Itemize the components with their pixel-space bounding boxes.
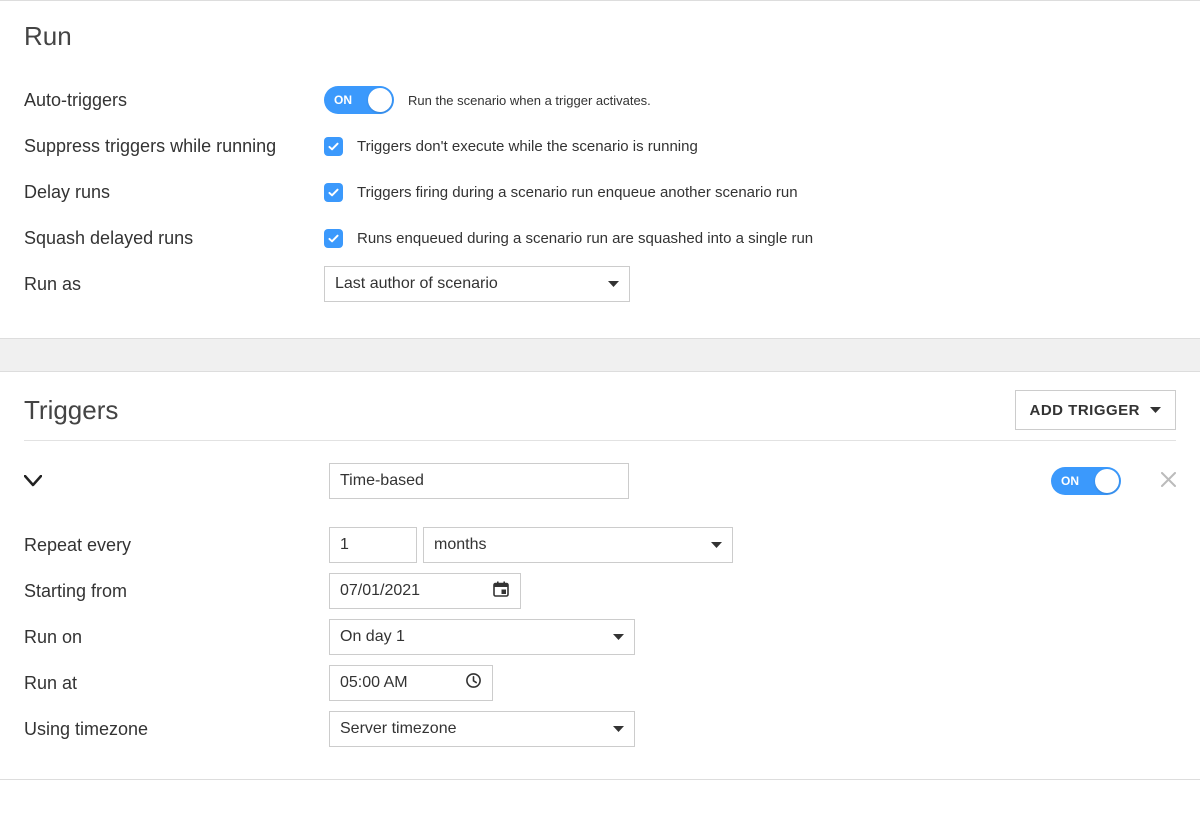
caret-down-icon	[613, 726, 624, 732]
timezone-label: Using timezone	[24, 719, 324, 740]
caret-down-icon	[608, 281, 619, 287]
run-section: Run Auto-triggers ON Run the scenario wh…	[0, 0, 1200, 339]
caret-down-icon	[1150, 407, 1161, 413]
caret-down-icon	[613, 634, 624, 640]
run-as-row: Run as Last author of scenario	[24, 264, 1176, 304]
run-on-row: Run on On day 1	[24, 617, 1176, 657]
start-date-value: 07/01/2021	[340, 582, 420, 600]
run-as-select[interactable]: Last author of scenario	[324, 266, 630, 302]
triggers-title: Triggers	[24, 395, 118, 426]
toggle-on-label: ON	[334, 93, 352, 107]
toggle-on-label: ON	[1061, 474, 1079, 488]
run-at-label: Run at	[24, 673, 324, 694]
triggers-header: Triggers ADD TRIGGER	[24, 390, 1176, 441]
trigger-item-header: ON	[24, 463, 1176, 499]
repeat-value-input[interactable]	[329, 527, 417, 563]
suppress-row: Suppress triggers while running Triggers…	[24, 126, 1176, 166]
trigger-type-input[interactable]	[329, 463, 629, 499]
triggers-section: Triggers ADD TRIGGER ON	[0, 371, 1200, 780]
auto-triggers-label: Auto-triggers	[24, 90, 324, 111]
repeat-unit-select[interactable]: months	[423, 527, 733, 563]
delay-row: Delay runs Triggers firing during a scen…	[24, 172, 1176, 212]
run-on-select[interactable]: On day 1	[329, 619, 635, 655]
close-icon[interactable]	[1161, 471, 1176, 491]
suppress-label: Suppress triggers while running	[24, 136, 324, 157]
run-at-value: 05:00 AM	[340, 674, 408, 692]
add-trigger-label: ADD TRIGGER	[1030, 402, 1141, 419]
add-trigger-button[interactable]: ADD TRIGGER	[1015, 390, 1177, 430]
delay-label: Delay runs	[24, 182, 324, 203]
run-as-label: Run as	[24, 274, 324, 295]
starting-from-row: Starting from 07/01/2021	[24, 571, 1176, 611]
toggle-knob	[1095, 469, 1119, 493]
toggle-knob	[368, 88, 392, 112]
run-on-value: On day 1	[340, 628, 405, 646]
squash-row: Squash delayed runs Runs enqueued during…	[24, 218, 1176, 258]
auto-triggers-hint: Run the scenario when a trigger activate…	[408, 93, 651, 108]
delay-hint: Triggers firing during a scenario run en…	[357, 184, 798, 201]
clock-icon	[465, 672, 482, 694]
run-at-row: Run at 05:00 AM	[24, 663, 1176, 703]
squash-label: Squash delayed runs	[24, 228, 324, 249]
run-on-label: Run on	[24, 627, 324, 648]
start-date-input[interactable]: 07/01/2021	[329, 573, 521, 609]
run-at-input[interactable]: 05:00 AM	[329, 665, 493, 701]
squash-checkbox[interactable]	[324, 229, 343, 248]
delay-checkbox[interactable]	[324, 183, 343, 202]
auto-triggers-row: Auto-triggers ON Run the scenario when a…	[24, 80, 1176, 120]
timezone-value: Server timezone	[340, 720, 457, 738]
run-title: Run	[24, 21, 1176, 52]
section-divider	[0, 339, 1200, 371]
squash-hint: Runs enqueued during a scenario run are …	[357, 230, 813, 247]
trigger-enabled-toggle[interactable]: ON	[1051, 467, 1121, 495]
repeat-label: Repeat every	[24, 535, 324, 556]
chevron-down-icon[interactable]	[24, 475, 42, 487]
repeat-unit-value: months	[434, 536, 486, 554]
suppress-checkbox[interactable]	[324, 137, 343, 156]
caret-down-icon	[711, 542, 722, 548]
suppress-hint: Triggers don't execute while the scenari…	[357, 138, 698, 155]
calendar-icon	[492, 580, 510, 603]
auto-triggers-toggle[interactable]: ON	[324, 86, 394, 114]
timezone-select[interactable]: Server timezone	[329, 711, 635, 747]
repeat-row: Repeat every months	[24, 525, 1176, 565]
timezone-row: Using timezone Server timezone	[24, 709, 1176, 749]
run-as-value: Last author of scenario	[335, 275, 498, 293]
starting-from-label: Starting from	[24, 581, 324, 602]
